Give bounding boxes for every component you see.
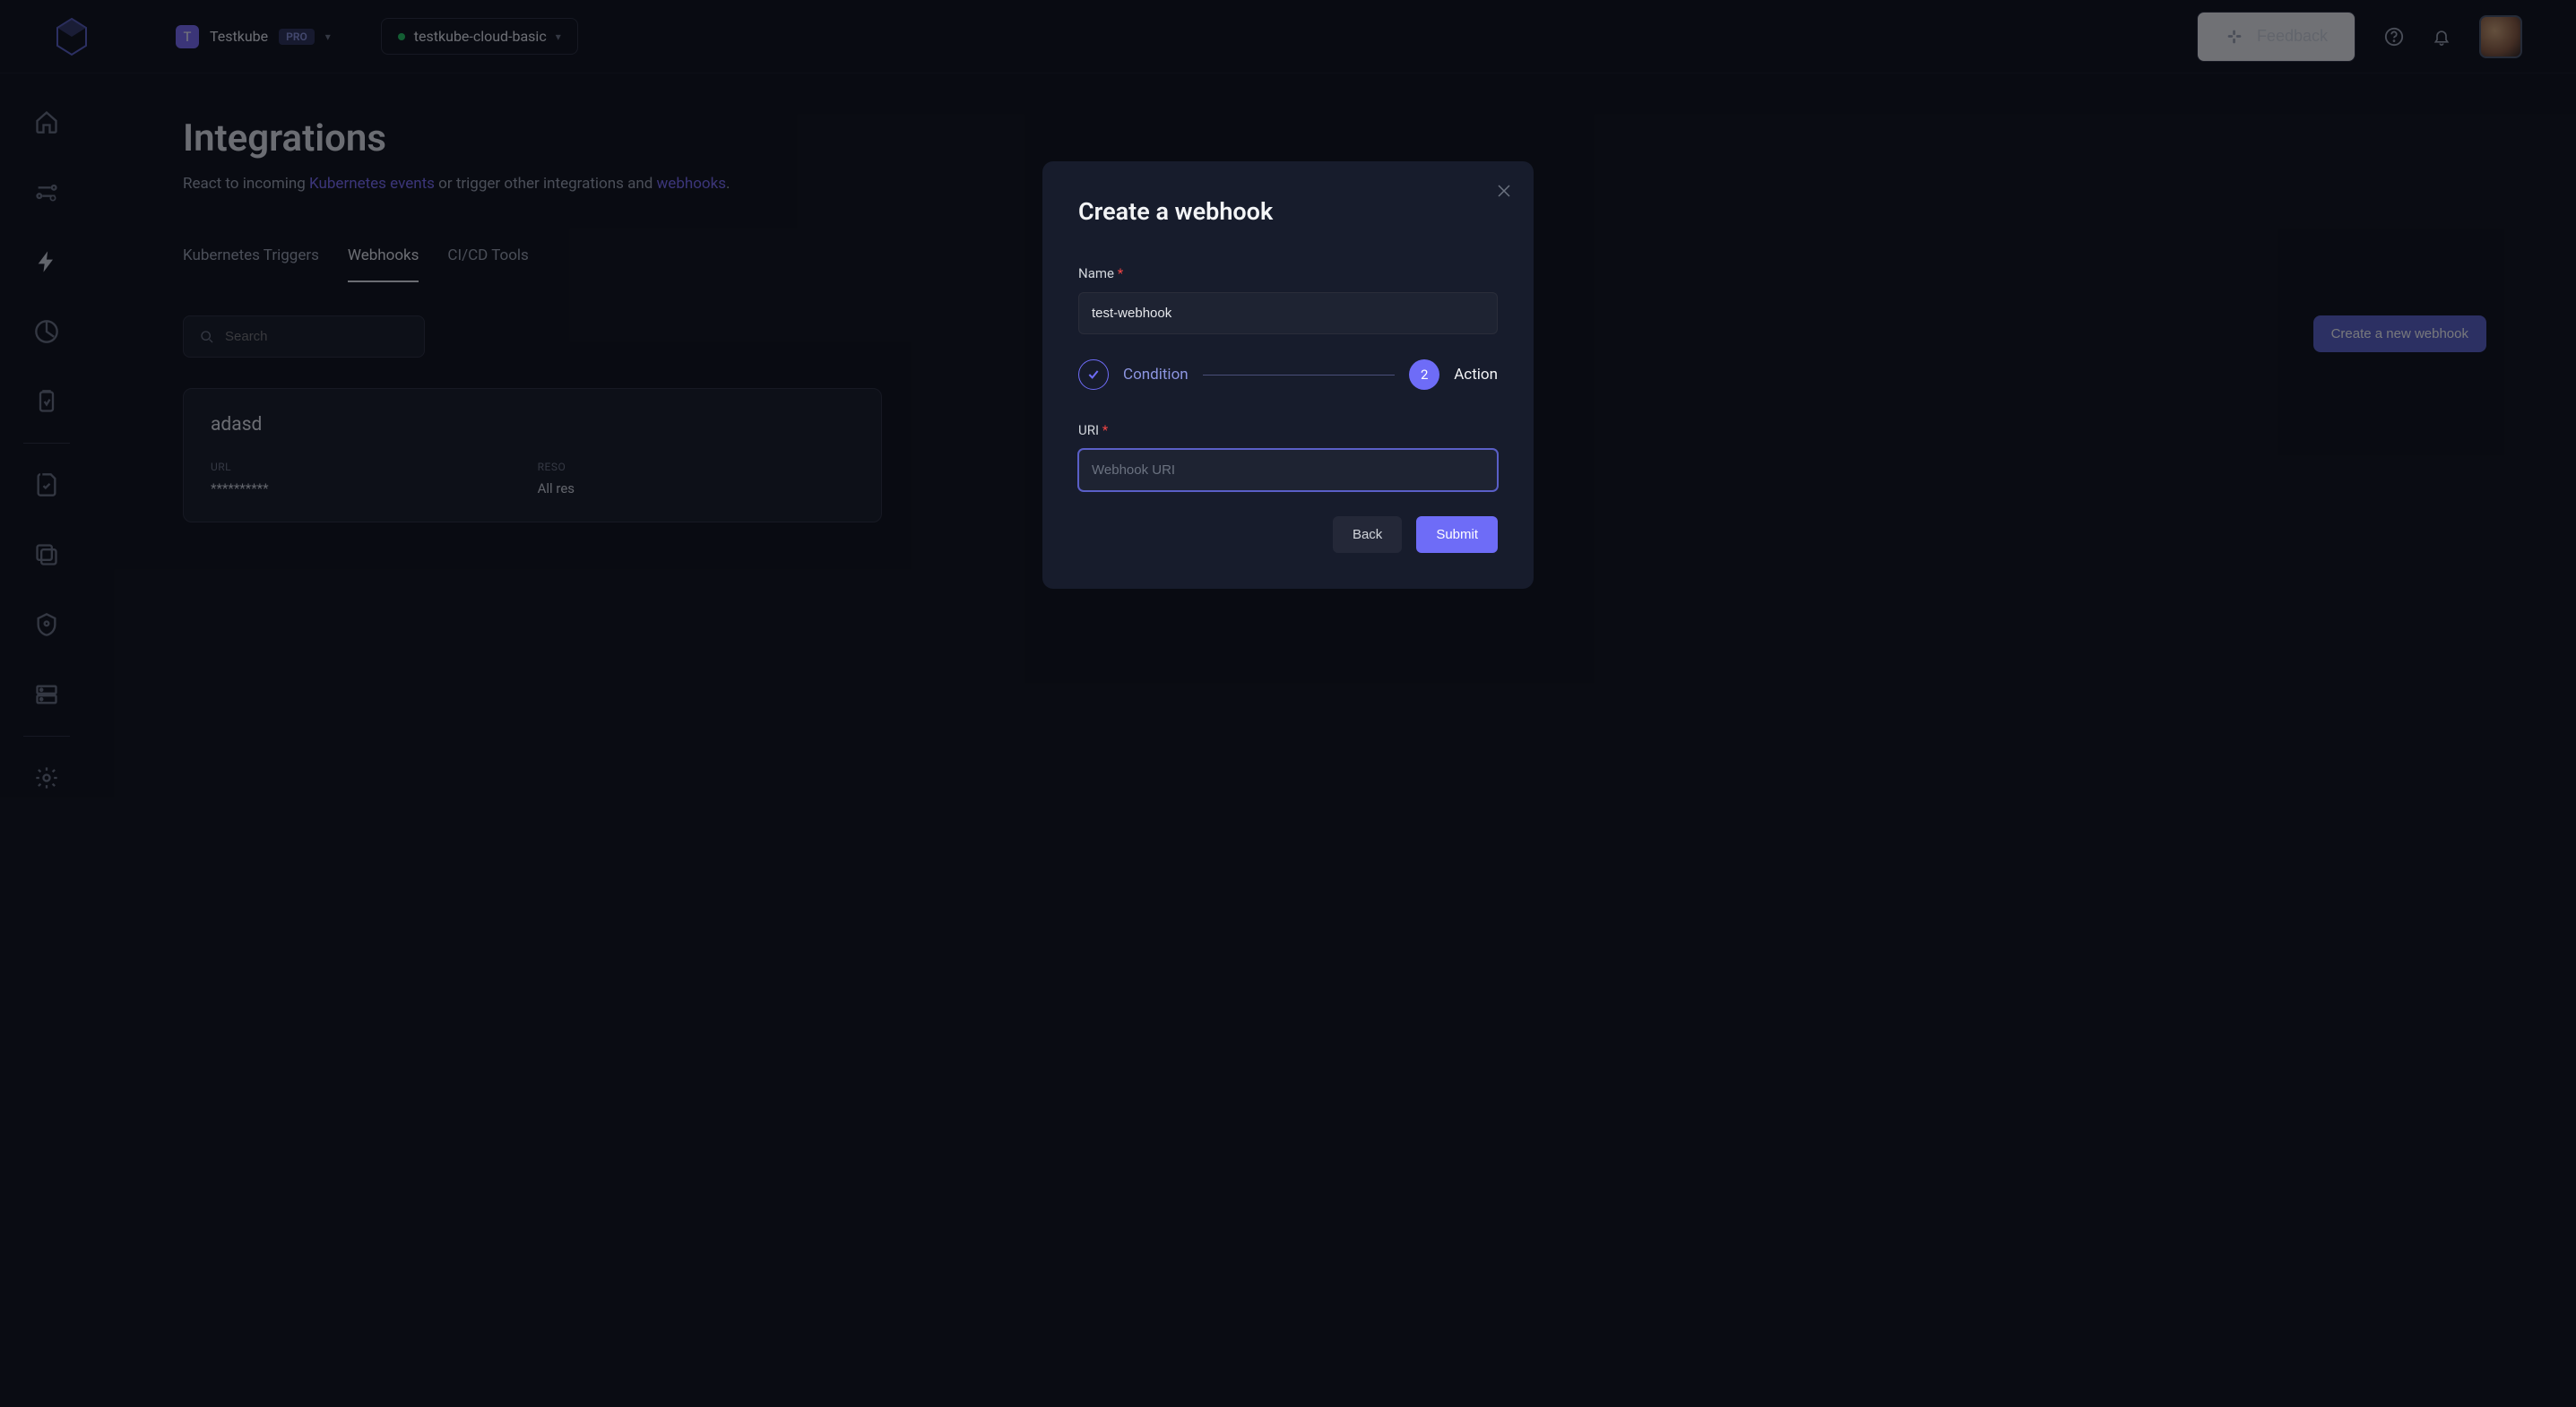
modal-title: Create a webhook bbox=[1078, 197, 1498, 226]
step-condition-label: Condition bbox=[1123, 366, 1189, 384]
create-webhook-modal: Create a webhook Name * Condition 2 Acti… bbox=[1042, 161, 1534, 589]
wizard-steps: Condition 2 Action bbox=[1078, 359, 1498, 390]
step-action-circle: 2 bbox=[1409, 359, 1439, 390]
step-action-label: Action bbox=[1454, 366, 1498, 384]
name-input[interactable] bbox=[1078, 292, 1498, 334]
back-button[interactable]: Back bbox=[1333, 516, 1402, 553]
modal-overlay: Create a webhook Name * Condition 2 Acti… bbox=[0, 0, 2576, 1407]
name-label: Name * bbox=[1078, 265, 1498, 281]
uri-label: URI * bbox=[1078, 422, 1498, 438]
uri-input[interactable] bbox=[1078, 449, 1498, 491]
submit-button[interactable]: Submit bbox=[1416, 516, 1498, 553]
close-icon[interactable] bbox=[1496, 183, 1512, 199]
step-condition-circle bbox=[1078, 359, 1109, 390]
